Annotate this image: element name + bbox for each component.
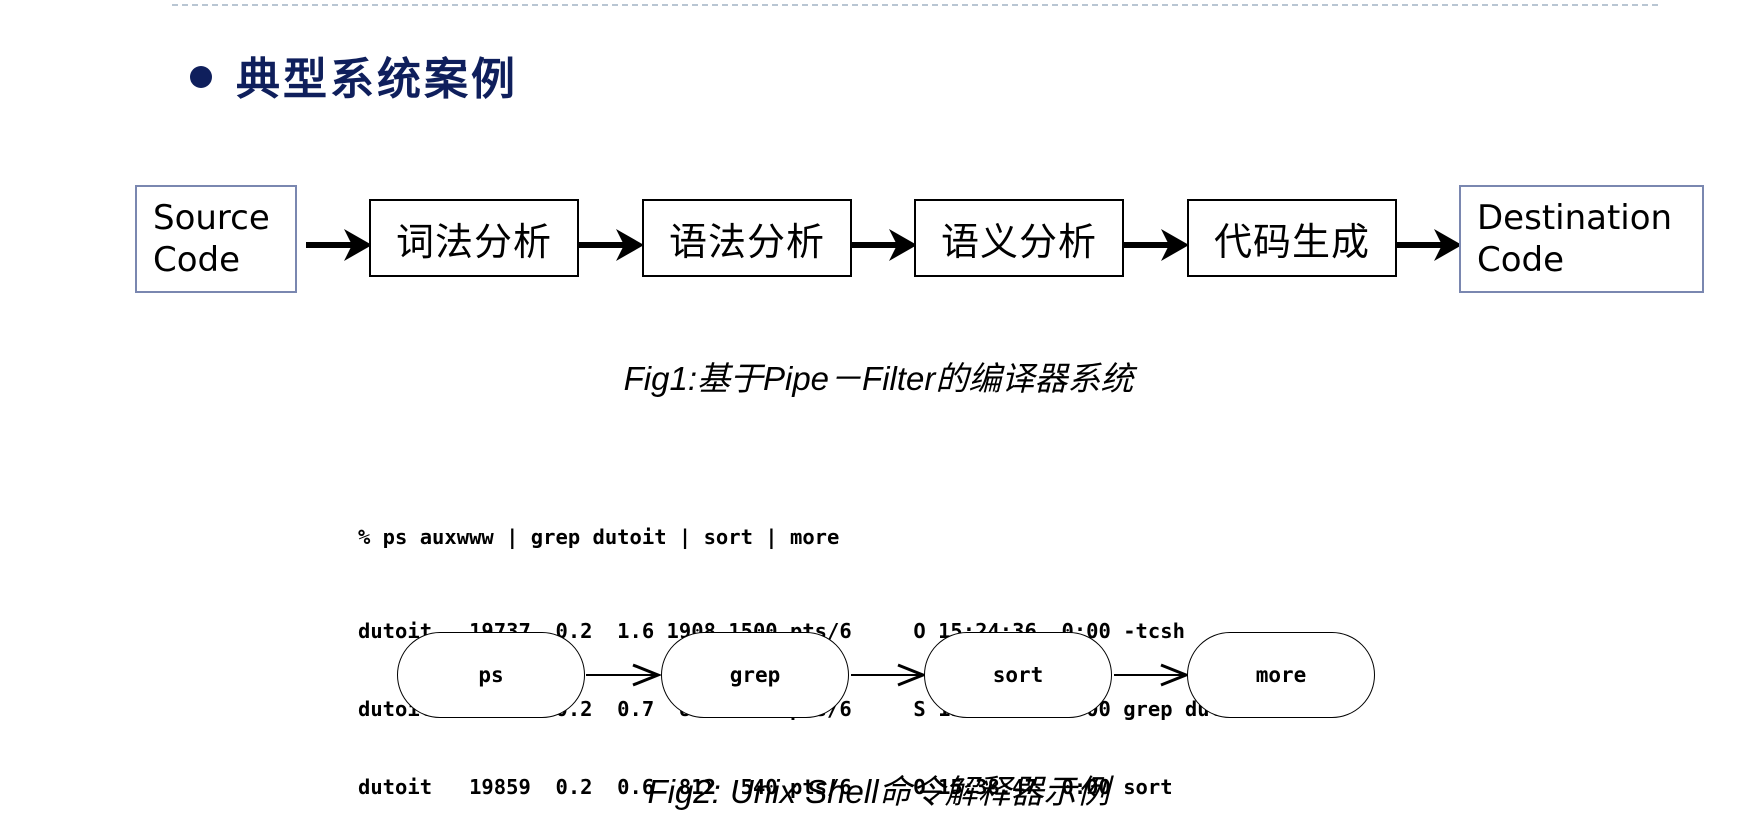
fig1-arrow-2 [578, 229, 644, 261]
filter-more: more [1187, 632, 1375, 718]
fig1-arrow-1 [306, 229, 372, 261]
filter-grep: grep [661, 632, 849, 718]
fig2-caption: Fig2: Unix Shell命令解释器示例 [647, 773, 1110, 810]
shell-command: % ps auxwww | grep dutoit | sort | more [358, 525, 840, 549]
stage-lexical-analysis: 词法分析 [369, 199, 579, 277]
fig1-arrow-5 [1396, 229, 1462, 261]
filter-ps: ps [397, 632, 585, 718]
stage-semantic-analysis: 语义分析 [914, 199, 1124, 277]
stage-code-generation: 代码生成 [1187, 199, 1397, 277]
source-code-box: Source Code [135, 185, 297, 293]
fig1-caption: Fig1:基于Pipe－Filter的编译器系统 [623, 360, 1134, 397]
stage-syntax-analysis: 语法分析 [642, 199, 852, 277]
filter-sort: sort [924, 632, 1112, 718]
fig1-arrow-4 [1123, 229, 1189, 261]
fig1-arrow-3 [851, 229, 917, 261]
destination-code-box: Destination Code [1459, 185, 1704, 293]
